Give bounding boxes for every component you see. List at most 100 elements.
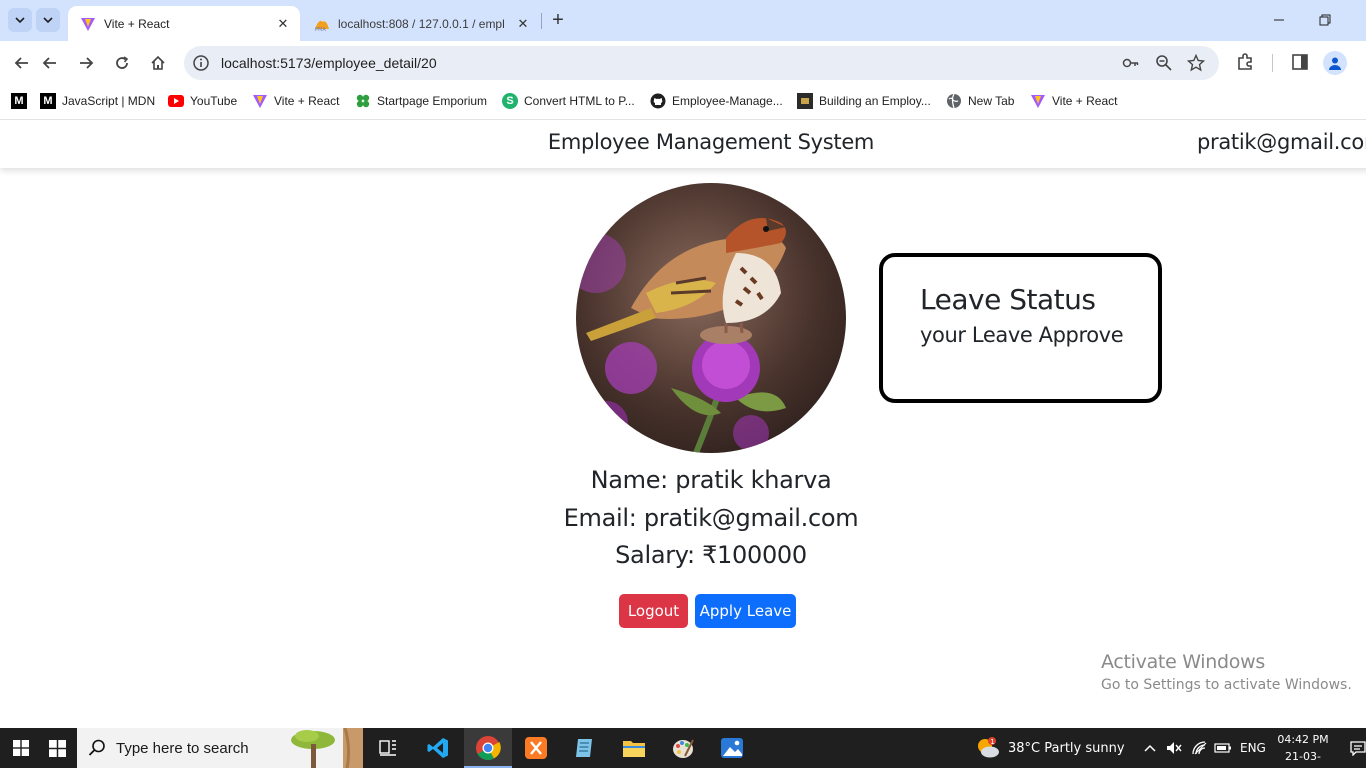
bookmark-label: Vite + React — [1052, 94, 1118, 108]
employee-avatar-image — [576, 183, 846, 453]
windows-start-icon[interactable] — [13, 740, 29, 756]
mdn-icon: M — [11, 93, 27, 109]
language-indicator[interactable]: ENG — [1240, 728, 1266, 768]
zoom-icon[interactable] — [1155, 54, 1173, 72]
bookmark-new-tab[interactable]: New Tab — [946, 92, 1014, 110]
user-email: pratik@gmail.com — [1197, 130, 1366, 154]
restore-icon[interactable] — [1313, 8, 1337, 32]
xampp-icon[interactable] — [512, 728, 560, 768]
bookmark-star-icon[interactable] — [1187, 54, 1205, 72]
volume-muted-icon[interactable] — [1166, 728, 1182, 768]
back-arrow-icon[interactable] — [10, 51, 34, 75]
bookmark-label: Convert HTML to P... — [524, 94, 635, 108]
bookmark-label: JavaScript | MDN — [62, 94, 156, 108]
show-hidden-icons-chevron-icon[interactable] — [1143, 728, 1157, 768]
bookmark-label: New Tab — [968, 94, 1015, 108]
browser-tab-strip: Vite + React ✕ PMA localhost:808 / 127.0… — [0, 0, 1366, 41]
bookmark-building-employ[interactable]: Building an Employ... — [797, 92, 931, 110]
apply-leave-button[interactable]: Apply Leave — [695, 594, 796, 628]
browser-toolbar: localhost:5173/employee_detail/20 — [0, 41, 1366, 85]
bookmark-mdn-logo[interactable]: M — [11, 92, 33, 110]
leave-status-message: your Leave Approve — [920, 323, 1124, 347]
partly-sunny-icon: 1 — [978, 737, 999, 758]
bookmark-label: Startpage Emporium — [377, 94, 488, 108]
file-explorer-icon[interactable] — [610, 728, 658, 768]
extensions-puzzle-icon[interactable] — [1236, 52, 1256, 72]
phpmyadmin-icon: PMA — [315, 20, 329, 32]
clover-icon — [355, 93, 371, 109]
globe-icon — [946, 93, 962, 109]
bookmark-employee-manage[interactable]: Employee-Manage... — [650, 92, 783, 110]
toolbar-divider — [1272, 54, 1273, 72]
back-arrow-icon[interactable] — [38, 51, 62, 75]
bookmark-youtube[interactable]: YouTube — [168, 92, 237, 110]
bookmark-label: Vite + React — [274, 94, 340, 108]
forward-arrow-icon[interactable] — [74, 51, 98, 75]
new-tab-plus-icon[interactable]: + — [548, 9, 568, 31]
search-placeholder: Type here to search — [116, 740, 249, 757]
chrome-icon[interactable] — [464, 728, 512, 768]
close-tab-icon[interactable]: ✕ — [514, 15, 532, 33]
vscode-icon[interactable] — [414, 728, 462, 768]
mdn-icon: M — [40, 93, 56, 109]
activate-windows-subtitle: Go to Settings to activate Windows. — [1101, 677, 1352, 693]
bookmark-label: Employee-Manage... — [672, 94, 783, 108]
employee-salary: Salary: ₹100000 — [615, 541, 807, 569]
bookmark-startpage-emporium[interactable]: Startpage Emporium — [355, 92, 487, 110]
minimize-icon[interactable] — [1267, 8, 1291, 32]
site-info-icon[interactable] — [192, 54, 210, 72]
svg-text:1: 1 — [990, 738, 994, 746]
close-tab-icon[interactable]: ✕ — [274, 15, 292, 33]
tab-title: localhost:808 / 127.0.0.1 / empl — [338, 16, 505, 31]
photos-icon[interactable] — [708, 728, 756, 768]
page-viewport: Employee Management System pratik@gmail.… — [0, 121, 1366, 728]
paint-icon[interactable] — [659, 728, 707, 768]
tab-vite-react[interactable]: Vite + React ✕ — [68, 6, 300, 41]
battery-icon[interactable] — [1214, 728, 1232, 768]
bookmark-vite-react-2[interactable]: Vite + React — [1030, 92, 1117, 110]
search-highlight-tree-icon — [291, 728, 363, 768]
tab-title: Vite + React — [104, 16, 170, 31]
weather-widget[interactable]: 1 38°C Partly sunny — [975, 728, 1125, 768]
notifications-icon[interactable] — [1350, 728, 1366, 768]
network-icon[interactable] — [1192, 728, 1208, 768]
profile-avatar-icon[interactable] — [1323, 51, 1347, 75]
leave-status-card: Leave Status your Leave Approve — [879, 253, 1162, 403]
vite-icon — [81, 17, 95, 31]
bookmark-javascript-mdn[interactable]: M JavaScript | MDN — [40, 92, 155, 110]
reload-icon[interactable] — [110, 51, 134, 75]
vite-icon — [1030, 93, 1046, 109]
logout-button[interactable]: Logout — [619, 594, 688, 628]
system-clock[interactable]: 04:42 PM 21-03-2024 — [1273, 731, 1333, 768]
clock-time: 04:42 PM — [1277, 733, 1329, 746]
url-text[interactable]: localhost:5173/employee_detail/20 — [221, 55, 437, 71]
taskbar-search-box[interactable]: Type here to search — [77, 728, 363, 768]
app-navbar: Employee Management System pratik@gmail.… — [0, 121, 1366, 168]
side-panel-icon[interactable] — [1290, 52, 1310, 72]
activate-windows-title: Activate Windows — [1101, 651, 1265, 673]
weather-text: 38°C Partly sunny — [1008, 740, 1125, 756]
employee-name: Name: pratik kharva — [590, 466, 832, 494]
leave-status-title: Leave Status — [920, 283, 1096, 316]
youtube-icon — [168, 93, 184, 109]
tab-phpmyadmin[interactable]: PMA localhost:808 / 127.0.0.1 / empl ✕ — [304, 6, 540, 41]
tab-divider — [541, 13, 542, 29]
tab-search-chevron-icon[interactable] — [8, 8, 32, 32]
tab-groups-chevron-icon[interactable] — [36, 8, 60, 32]
vite-icon — [252, 93, 268, 109]
github-icon — [650, 93, 666, 109]
notepad-icon[interactable] — [561, 728, 609, 768]
s-circle-icon: S — [502, 93, 518, 109]
bookmark-vite-react[interactable]: Vite + React — [252, 92, 339, 110]
key-icon[interactable] — [1122, 54, 1140, 72]
start-area — [0, 728, 76, 768]
bookmark-label: Building an Employ... — [819, 94, 931, 108]
task-view-icon[interactable] — [364, 728, 412, 768]
address-bar[interactable]: localhost:5173/employee_detail/20 — [184, 46, 1219, 80]
dev-icon — [797, 93, 813, 109]
bookmarks-bar: M M JavaScript | MDN YouTube Vite + Reac… — [0, 85, 1366, 120]
windows-logo-icon[interactable] — [49, 739, 66, 757]
bookmark-label: YouTube — [190, 94, 238, 108]
home-icon[interactable] — [146, 51, 170, 75]
bookmark-convert-html[interactable]: S Convert HTML to P... — [502, 92, 635, 110]
